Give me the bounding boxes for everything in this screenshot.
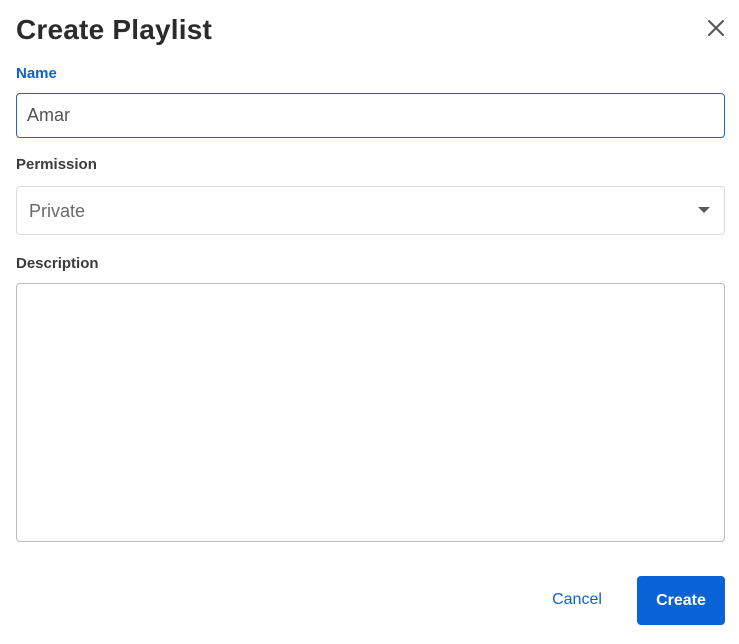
close-icon	[702, 14, 730, 42]
description-textarea[interactable]	[16, 283, 725, 542]
cancel-button[interactable]: Cancel	[536, 576, 618, 624]
caret-down-icon	[698, 207, 710, 213]
close-button[interactable]	[702, 14, 730, 42]
permission-label: Permission	[16, 156, 97, 173]
name-input[interactable]	[16, 93, 725, 138]
create-button[interactable]: Create	[637, 576, 725, 625]
description-label: Description	[16, 255, 99, 272]
permission-select[interactable]: Private	[16, 186, 725, 235]
create-playlist-dialog: Create Playlist Name Permission Private …	[0, 0, 739, 644]
dialog-title: Create Playlist	[16, 14, 212, 45]
permission-selected-value: Private	[29, 201, 86, 221]
name-label: Name	[16, 65, 57, 82]
